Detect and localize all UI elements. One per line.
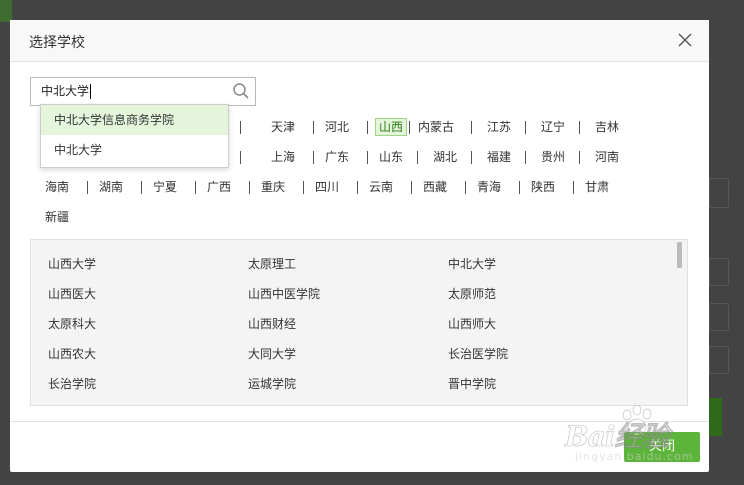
suggestion-item[interactable]: 中北大学 — [41, 135, 228, 165]
province-item[interactable]: 陕西 — [516, 177, 570, 197]
background-fragment — [0, 0, 12, 22]
province-item[interactable]: 山东 — [364, 147, 418, 167]
province-item[interactable]: 江苏 — [472, 117, 526, 137]
footer-divider — [10, 421, 709, 422]
province-item[interactable]: 湖北 — [418, 147, 472, 167]
suggestion-dropdown: 中北大学信息商务学院 中北大学 — [40, 104, 229, 168]
province-item[interactable]: 云南 — [354, 177, 408, 197]
suggestion-item[interactable]: 中北大学信息商务学院 — [41, 105, 228, 135]
background-frame — [709, 346, 729, 374]
school-item[interactable]: 山西医大 — [48, 285, 96, 303]
province-item[interactable]: 重庆 — [246, 177, 300, 197]
background-frame — [709, 178, 729, 208]
province-item[interactable]: 辽宁 — [526, 117, 580, 137]
province-item[interactable]: 吉林 — [580, 117, 634, 137]
school-list: 山西大学 太原理工 中北大学 山西医大 山西中医学院 太原师范 太原科大 山西财… — [30, 239, 688, 406]
school-item[interactable]: 太原理工 — [248, 255, 296, 273]
search-field[interactable]: 中北大学 — [30, 77, 256, 106]
background-frame — [709, 258, 729, 286]
dialog-title: 选择学校 — [29, 35, 85, 51]
background-frame — [709, 303, 729, 331]
school-select-dialog: 选择学校 中北大学 中北大学信息商务学院 中北大学 天津 河北 山西 内蒙古 江… — [10, 20, 709, 472]
school-item[interactable]: 大同大学 — [248, 345, 296, 363]
school-item[interactable]: 山西大学 — [48, 255, 96, 273]
province-item[interactable]: 内蒙古 — [406, 117, 466, 137]
school-item[interactable]: 太原师范 — [448, 285, 496, 303]
school-item[interactable]: 长治医学院 — [448, 345, 508, 363]
separator — [240, 151, 241, 164]
province-item[interactable]: 河北 — [310, 117, 364, 137]
school-item[interactable]: 山西师大 — [448, 315, 496, 333]
province-item[interactable]: 贵州 — [526, 147, 580, 167]
province-item[interactable]: 福建 — [472, 147, 526, 167]
school-item[interactable]: 中北大学 — [448, 255, 496, 273]
province-item[interactable]: 甘肃 — [570, 177, 624, 197]
province-item[interactable]: 河南 — [580, 147, 634, 167]
province-item[interactable]: 天津 — [256, 117, 310, 137]
search-input[interactable]: 中北大学 — [41, 83, 92, 100]
close-icon[interactable] — [675, 30, 695, 50]
school-item[interactable]: 山西农大 — [48, 345, 96, 363]
province-item[interactable]: 广西 — [192, 177, 246, 197]
province-item[interactable]: 湖南 — [84, 177, 138, 197]
dialog-header: 选择学校 — [10, 20, 709, 62]
school-item[interactable]: 运城学院 — [248, 375, 296, 393]
school-item[interactable]: 太原科大 — [48, 315, 96, 333]
school-item[interactable]: 山西财经 — [248, 315, 296, 333]
province-item[interactable]: 广东 — [310, 147, 364, 167]
province-row: 新疆 — [35, 207, 695, 227]
province-item[interactable]: 宁夏 — [138, 177, 192, 197]
province-item[interactable]: 海南 — [30, 177, 84, 197]
background-fragment — [708, 398, 722, 436]
province-label: 山西 — [374, 118, 407, 136]
province-item[interactable]: 新疆 — [30, 207, 84, 227]
text-caret — [90, 84, 92, 99]
school-item[interactable]: 长治学院 — [48, 375, 96, 393]
province-item[interactable]: 四川 — [300, 177, 354, 197]
province-item[interactable]: 上海 — [256, 147, 310, 167]
separator — [240, 121, 241, 134]
search-icon[interactable] — [232, 82, 250, 100]
province-row: 海南 湖南 宁夏 广西 重庆 四川 云南 西藏 青海 陕西 甘肃 — [35, 177, 695, 197]
school-item[interactable]: 晋中学院 — [448, 375, 496, 393]
school-item[interactable]: 山西中医学院 — [248, 285, 320, 303]
scrollbar[interactable] — [677, 242, 682, 268]
province-item[interactable]: 青海 — [462, 177, 516, 197]
province-item[interactable]: 西藏 — [408, 177, 462, 197]
close-button[interactable]: 关闭 — [624, 432, 700, 462]
search-value: 中北大学 — [41, 84, 90, 98]
